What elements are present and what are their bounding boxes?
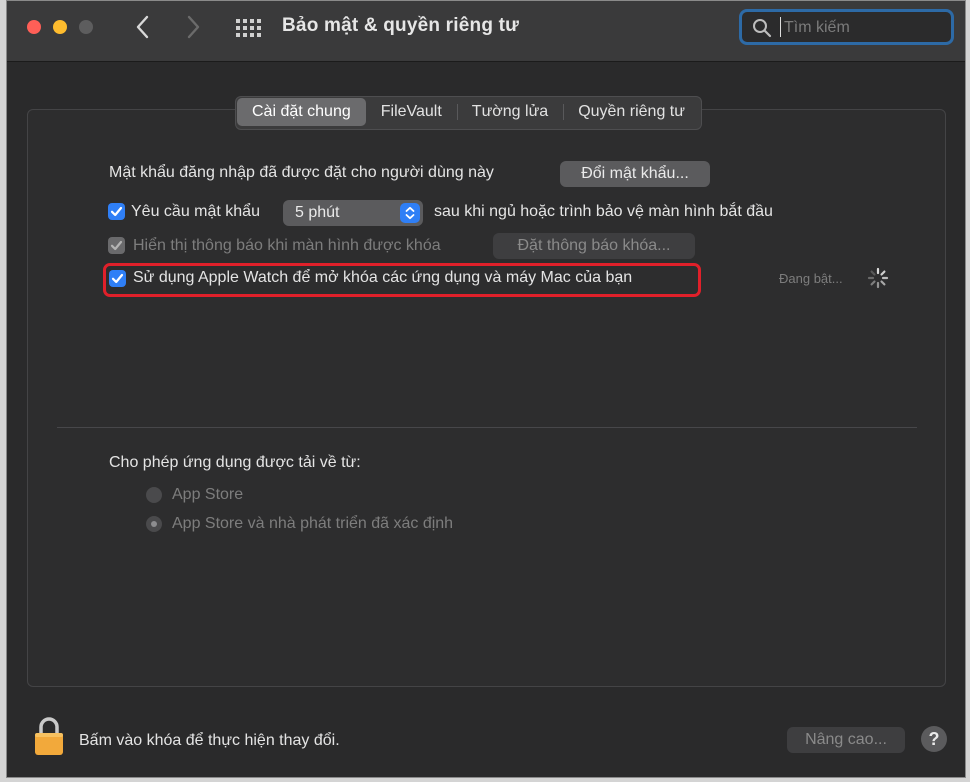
- checkmark-icon: [111, 273, 124, 284]
- search-icon: [753, 19, 772, 38]
- settings-panel: [27, 109, 946, 687]
- tab-bar: Cài đặt chung FileVault Tường lửa Quyền …: [235, 96, 702, 130]
- downloads-heading: Cho phép ứng dụng được tải về từ:: [109, 454, 361, 471]
- chevron-right-icon[interactable]: [185, 12, 201, 50]
- radio-identified-developers[interactable]: [146, 516, 162, 532]
- password-set-text: Mật khẩu đăng nhập đã được đặt cho người…: [109, 164, 494, 181]
- tab-filevault[interactable]: FileVault: [366, 98, 457, 126]
- show-message-checkbox[interactable]: [108, 237, 125, 254]
- chevron-left-icon[interactable]: [135, 12, 151, 50]
- preferences-window: Bảo mật & quyền riêng tư Cài đặt chung F…: [6, 0, 966, 778]
- grid-icon[interactable]: [235, 18, 261, 38]
- section-divider: [57, 427, 917, 428]
- zoom-button[interactable]: [79, 20, 93, 34]
- delay-select[interactable]: 5 phút: [283, 200, 423, 226]
- close-button[interactable]: [27, 20, 41, 34]
- show-message-label: Hiển thị thông báo khi màn hình được khó…: [133, 237, 441, 254]
- set-lock-message-button[interactable]: Đặt thông báo khóa...: [493, 233, 695, 259]
- tab-privacy[interactable]: Quyền riêng tư: [563, 98, 700, 126]
- change-password-button[interactable]: Đổi mật khẩu...: [560, 161, 710, 187]
- after-sleep-text: sau khi ngủ hoặc trình bảo vệ màn hình b…: [434, 203, 773, 220]
- delay-value: 5 phút: [295, 204, 340, 221]
- require-password-label: Yêu cầu mật khẩu: [131, 203, 260, 220]
- window-title: Bảo mật & quyền riêng tư: [282, 15, 520, 36]
- search-field[interactable]: [739, 9, 954, 45]
- text-cursor: [780, 17, 781, 37]
- tab-general[interactable]: Cài đặt chung: [237, 98, 366, 126]
- apple-watch-label: Sử dụng Apple Watch để mở khóa các ứng d…: [133, 269, 633, 286]
- advanced-button[interactable]: Nâng cao...: [787, 727, 905, 753]
- minimize-button[interactable]: [53, 20, 67, 34]
- radio-identified-developers-label: App Store và nhà phát triển đã xác định: [172, 515, 454, 532]
- radio-app-store[interactable]: [146, 487, 162, 503]
- require-password-checkbox[interactable]: [108, 203, 125, 220]
- search-input[interactable]: [782, 15, 946, 41]
- help-button[interactable]: ?: [921, 726, 947, 752]
- checkmark-icon: [110, 240, 123, 251]
- lock-hint-text: Bấm vào khóa để thực hiện thay đổi.: [79, 732, 340, 749]
- status-text: Đang bật...: [779, 271, 843, 286]
- apple-watch-checkbox[interactable]: [109, 270, 126, 287]
- tab-firewall[interactable]: Tường lửa: [456, 98, 563, 126]
- spinner-icon: [867, 267, 889, 289]
- lock-icon[interactable]: [33, 716, 65, 756]
- titlebar: Bảo mật & quyền riêng tư: [7, 1, 965, 62]
- radio-app-store-label: App Store: [172, 486, 244, 503]
- chevron-up-down-icon: [400, 203, 420, 223]
- checkmark-icon: [110, 206, 123, 217]
